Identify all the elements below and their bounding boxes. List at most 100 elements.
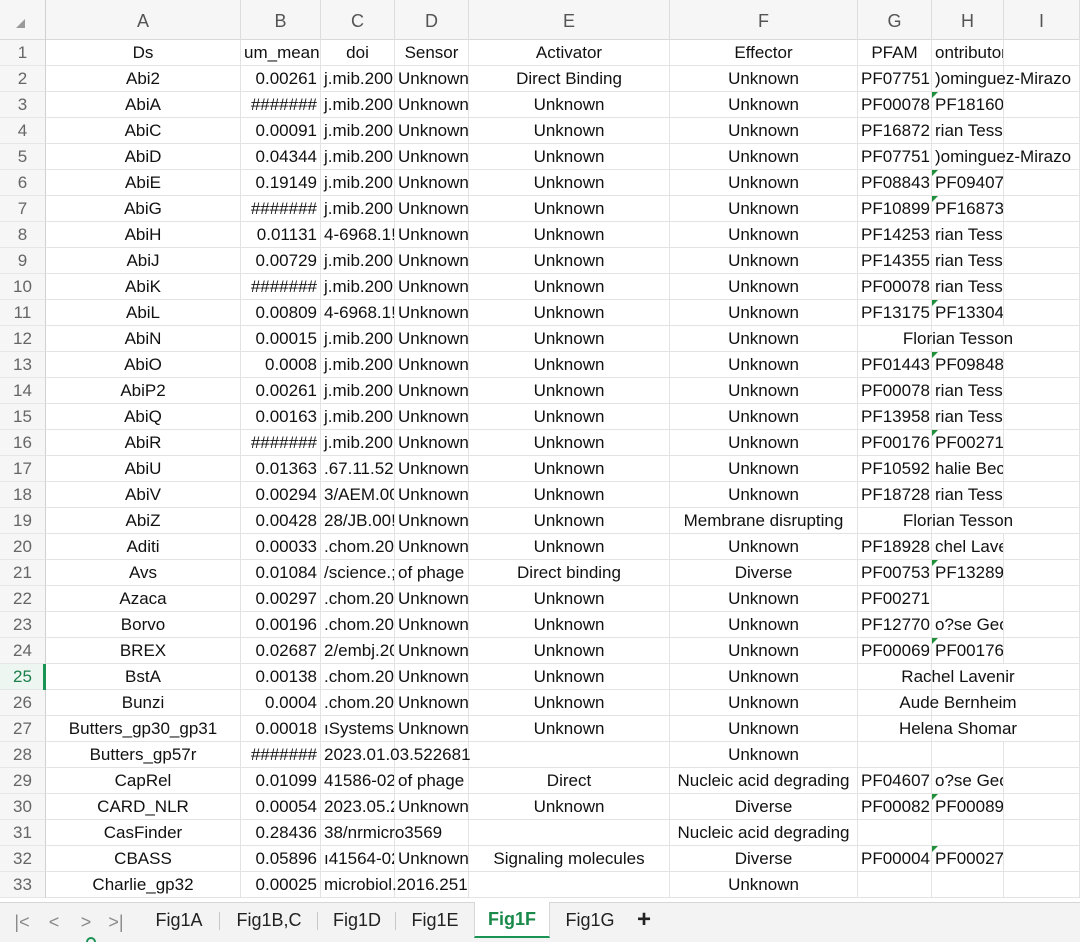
cell-c12[interactable]: j.mib.200: [321, 326, 395, 352]
column-header-a[interactable]: A: [46, 0, 241, 40]
cell-c14[interactable]: j.mib.200: [321, 378, 395, 404]
cell-g20[interactable]: PF18928: [858, 534, 932, 560]
cell-c17[interactable]: .67.11.52: [321, 456, 395, 482]
cell-b26[interactable]: 0.0004: [241, 690, 321, 716]
cell-b4[interactable]: 0.00091: [241, 118, 321, 144]
cell-f20[interactable]: Unknown: [670, 534, 858, 560]
cell-i19[interactable]: [1004, 508, 1080, 534]
cell-b3[interactable]: #######: [241, 92, 321, 118]
cell-e28[interactable]: [469, 742, 670, 768]
cell-d9[interactable]: Unknown: [395, 248, 469, 274]
column-header-f[interactable]: F: [670, 0, 858, 40]
cell-i16[interactable]: [1004, 430, 1080, 456]
cell-f19[interactable]: Membrane disrupting: [670, 508, 858, 534]
cell-e10[interactable]: Unknown: [469, 274, 670, 300]
cell-c23[interactable]: .chom.20:: [321, 612, 395, 638]
cell-e20[interactable]: Unknown: [469, 534, 670, 560]
cell-b31[interactable]: 0.28436: [241, 820, 321, 846]
cell-e18[interactable]: Unknown: [469, 482, 670, 508]
header-cell-f1[interactable]: Effector: [670, 40, 858, 66]
cell-g5[interactable]: PF07751: [858, 144, 932, 170]
row-header-33[interactable]: 33: [0, 872, 46, 898]
cell-b15[interactable]: 0.00163: [241, 404, 321, 430]
column-header-i[interactable]: I: [1004, 0, 1080, 40]
cell-g28[interactable]: [858, 742, 932, 768]
sheet-tab-fig1e[interactable]: Fig1E: [396, 903, 474, 937]
cell-i28[interactable]: [1004, 742, 1080, 768]
cell-d4[interactable]: Unknown: [395, 118, 469, 144]
cell-i30[interactable]: [1004, 794, 1080, 820]
cell-b29[interactable]: 0.01099: [241, 768, 321, 794]
cell-g13[interactable]: PF01443: [858, 352, 932, 378]
cell-i12[interactable]: [1004, 326, 1080, 352]
cell-i11[interactable]: [1004, 300, 1080, 326]
cell-h9[interactable]: rian Tesson: [932, 248, 1004, 274]
row-header-20[interactable]: 20: [0, 534, 46, 560]
cell-e31[interactable]: [469, 820, 670, 846]
cell-i25[interactable]: [1004, 664, 1080, 690]
cell-c6[interactable]: j.mib.200: [321, 170, 395, 196]
cell-i20[interactable]: [1004, 534, 1080, 560]
cell-c18[interactable]: 3/AEM.00: [321, 482, 395, 508]
row-header-28[interactable]: 28: [0, 742, 46, 768]
cell-f12[interactable]: Unknown: [670, 326, 858, 352]
cell-a24[interactable]: BREX: [46, 638, 241, 664]
cell-a32[interactable]: CBASS: [46, 846, 241, 872]
cell-h22[interactable]: [932, 586, 1004, 612]
cell-a18[interactable]: AbiV: [46, 482, 241, 508]
cell-h13[interactable]: PF09848: [932, 352, 1004, 378]
sheet-tab-fig1f[interactable]: Fig1F: [474, 902, 550, 938]
cell-b6[interactable]: 0.19149: [241, 170, 321, 196]
prev-sheet-button[interactable]: <: [42, 903, 66, 942]
cell-d12[interactable]: Unknown: [395, 326, 469, 352]
cell-g10[interactable]: PF00078: [858, 274, 932, 300]
row-header-9[interactable]: 9: [0, 248, 46, 274]
row-header-31[interactable]: 31: [0, 820, 46, 846]
add-sheet-button[interactable]: +: [632, 903, 656, 939]
cell-f22[interactable]: Unknown: [670, 586, 858, 612]
cell-c24[interactable]: 2/embj.20: [321, 638, 395, 664]
cell-a30[interactable]: CARD_NLR: [46, 794, 241, 820]
cell-a14[interactable]: AbiP2: [46, 378, 241, 404]
cell-f14[interactable]: Unknown: [670, 378, 858, 404]
cell-h30[interactable]: PF00089: [932, 794, 1004, 820]
cell-f15[interactable]: Unknown: [670, 404, 858, 430]
cell-d6[interactable]: Unknown: [395, 170, 469, 196]
cell-h20[interactable]: chel Lavenir: [932, 534, 1004, 560]
cell-c30[interactable]: 2023.05.2: [321, 794, 395, 820]
row-header-23[interactable]: 23: [0, 612, 46, 638]
cell-d14[interactable]: Unknown: [395, 378, 469, 404]
cell-b27[interactable]: 0.00018: [241, 716, 321, 742]
cell-d8[interactable]: Unknown: [395, 222, 469, 248]
cell-g4[interactable]: PF16872: [858, 118, 932, 144]
cell-h23[interactable]: o?se Georjon: [932, 612, 1004, 638]
row-header-13[interactable]: 13: [0, 352, 46, 378]
cell-e22[interactable]: Unknown: [469, 586, 670, 612]
cell-b18[interactable]: 0.00294: [241, 482, 321, 508]
row-header-3[interactable]: 3: [0, 92, 46, 118]
cell-i22[interactable]: [1004, 586, 1080, 612]
cell-c31[interactable]: 38/nrmicro3569: [321, 820, 442, 846]
cell-a8[interactable]: AbiH: [46, 222, 241, 248]
cell-g24[interactable]: PF00069: [858, 638, 932, 664]
cell-a2[interactable]: Abi2: [46, 66, 241, 92]
cell-b20[interactable]: 0.00033: [241, 534, 321, 560]
cell-e33[interactable]: [469, 872, 670, 898]
cell-g31[interactable]: [858, 820, 932, 846]
cell-b25[interactable]: 0.00138: [241, 664, 321, 690]
cell-h3[interactable]: PF18160: [932, 92, 1004, 118]
cell-f5[interactable]: Unknown: [670, 144, 858, 170]
cell-i9[interactable]: [1004, 248, 1080, 274]
cell-d26[interactable]: Unknown: [395, 690, 469, 716]
cell-b9[interactable]: 0.00729: [241, 248, 321, 274]
cell-b13[interactable]: 0.0008: [241, 352, 321, 378]
header-cell-e1[interactable]: Activator: [469, 40, 670, 66]
row-header-8[interactable]: 8: [0, 222, 46, 248]
cell-f2[interactable]: Unknown: [670, 66, 858, 92]
cell-f16[interactable]: Unknown: [670, 430, 858, 456]
cell-h17[interactable]: halie Bechon: [932, 456, 1004, 482]
cell-f11[interactable]: Unknown: [670, 300, 858, 326]
cell-d24[interactable]: Unknown: [395, 638, 469, 664]
cell-h7[interactable]: PF16873: [932, 196, 1004, 222]
cell-e4[interactable]: Unknown: [469, 118, 670, 144]
